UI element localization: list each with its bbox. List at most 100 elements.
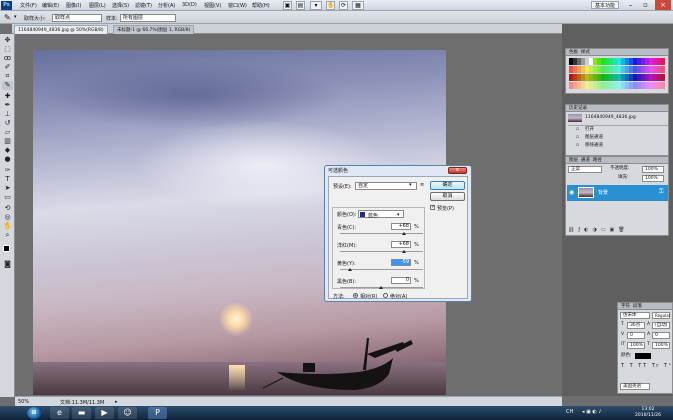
eraser-icon[interactable]: ▱	[2, 128, 13, 137]
tab-document-1[interactable]: 1164840949_4836.jpg @ 50%(RGB/8)	[14, 25, 108, 34]
menu-select[interactable]: 选择(S)	[112, 2, 129, 9]
tab-channels[interactable]: 通道	[581, 158, 590, 163]
eyedropper-icon[interactable]: ✎	[4, 13, 11, 22]
status-menu-chevron-icon[interactable]: ▸	[115, 399, 118, 405]
pen-icon[interactable]: ✑	[2, 166, 13, 175]
tab-swatches[interactable]: 色板	[569, 50, 578, 55]
arrange-documents-icon[interactable]: ▦	[352, 1, 364, 10]
yellow-field[interactable]: -59	[391, 259, 411, 266]
close-icon[interactable]: ×	[655, 0, 671, 10]
tab-styles[interactable]: 样式	[581, 50, 590, 55]
menu-image[interactable]: 图像(I)	[66, 2, 81, 9]
eyedropper-icon[interactable]: ✎	[2, 81, 13, 90]
font-style-select[interactable]: Regular	[652, 312, 670, 319]
messenger-icon[interactable]: ☺	[118, 407, 137, 419]
menu-edit[interactable]: 编辑(E)	[42, 2, 59, 9]
history-item[interactable]: 打开	[585, 126, 594, 134]
menu-window[interactable]: 窗口(W)	[228, 2, 247, 9]
font-size-field[interactable]: 36点	[627, 322, 645, 329]
sample-select[interactable]: 所有图层	[120, 14, 176, 22]
magenta-field[interactable]: +68	[391, 241, 411, 248]
menu-layer[interactable]: 图层(L)	[89, 2, 106, 9]
path-select-icon[interactable]: ➤	[2, 184, 13, 193]
cancel-button[interactable]: 取消	[430, 192, 465, 201]
menu-help[interactable]: 帮助(H)	[252, 2, 270, 9]
rotate-view-icon[interactable]: ⟳	[339, 1, 348, 10]
tab-character[interactable]: 字符	[621, 304, 630, 309]
leading-field[interactable]: (自动)	[652, 322, 670, 329]
eye-icon[interactable]: ◉	[569, 189, 574, 196]
layer-row-background[interactable]: ◉ 背景 ⚿	[567, 185, 668, 201]
tracking-field[interactable]: 0	[652, 332, 670, 339]
magenta-slider-track[interactable]	[340, 251, 423, 252]
yellow-slider-track[interactable]	[340, 269, 423, 270]
tab-document-2[interactable]: 未标题-1 @ 66.7%(图层 1, RGB/8)	[113, 25, 195, 34]
yellow-slider-thumb[interactable]	[348, 268, 352, 271]
tab-paths[interactable]: 路径	[593, 158, 602, 163]
layer-actions[interactable]: ⛓ƒ◐◑▭▣🗑	[568, 227, 668, 233]
gradient-icon[interactable]: ▥	[2, 137, 13, 146]
kerning-field[interactable]: 0	[627, 332, 645, 339]
magenta-slider-thumb[interactable]	[402, 250, 406, 253]
healing-icon[interactable]: ✚	[2, 92, 13, 101]
language-select[interactable]: 美国英语	[620, 383, 650, 390]
absolute-radio[interactable]	[383, 293, 388, 298]
blend-mode-select[interactable]: 正常	[568, 166, 602, 173]
swatch[interactable]	[661, 58, 665, 65]
quickmask-icon[interactable]: ◙	[2, 260, 13, 269]
ie-icon[interactable]: e	[50, 407, 69, 419]
foreground-color-swatch[interactable]	[3, 245, 10, 252]
history-brush-icon[interactable]: ↺	[2, 119, 13, 128]
type-style-buttons[interactable]: T T TT Tr T¹ T₁ T T	[621, 363, 673, 369]
text-color-swatch[interactable]	[635, 353, 651, 359]
zoom-level-icon[interactable]: ▾	[310, 1, 322, 10]
move-icon[interactable]: ✥	[2, 36, 13, 45]
hand-icon[interactable]: ✋	[2, 222, 13, 231]
relative-radio[interactable]	[353, 293, 358, 298]
cyan-slider-thumb[interactable]	[402, 232, 406, 235]
bridge-icon[interactable]: ▣	[283, 1, 292, 10]
preset-chevron-icon[interactable]: ▾	[409, 182, 412, 188]
quick-select-icon[interactable]: ✐	[2, 63, 13, 72]
workspace-switcher[interactable]: 基本功能	[590, 1, 619, 9]
sample-size-select[interactable]: 取样点	[52, 14, 102, 22]
dodge-icon[interactable]: ●	[2, 155, 13, 164]
horizontal-scale-field[interactable]: 100%	[652, 342, 670, 349]
menu-filter[interactable]: 滤镜(T)	[135, 2, 152, 9]
language-indicator[interactable]: CH	[566, 409, 573, 415]
marquee-icon[interactable]: ⬚	[2, 45, 13, 54]
font-family-select[interactable]: 仿宋体	[620, 312, 650, 319]
history-panel-header[interactable]: 历史记录	[566, 105, 668, 112]
history-snapshot[interactable]: 1164840949_4836.jpg	[585, 114, 636, 122]
preset-options-icon[interactable]: ≡	[420, 182, 424, 188]
clone-stamp-icon[interactable]: ⊥	[2, 110, 13, 119]
type-icon[interactable]: T	[2, 175, 13, 184]
tray-icons[interactable]: ◂ ▣ ◐ ♪	[582, 409, 602, 415]
ok-button[interactable]: 确定	[430, 181, 465, 190]
tab-layers[interactable]: 图层	[569, 158, 578, 163]
shape-icon[interactable]: ▭	[2, 193, 13, 202]
lasso-icon[interactable]: ꝏ	[2, 54, 13, 63]
fill-field[interactable]: 100%	[642, 175, 664, 182]
start-button[interactable]: ⊞	[27, 407, 41, 419]
swatch[interactable]	[661, 74, 665, 81]
menu-view[interactable]: 视图(V)	[204, 2, 221, 9]
crop-icon[interactable]: ⌗	[2, 72, 13, 81]
black-field[interactable]: 0	[391, 277, 411, 284]
media-player-icon[interactable]: ▶	[95, 407, 114, 419]
history-item[interactable]: 移除通道	[585, 142, 603, 150]
dialog-close-icon[interactable]: x	[448, 167, 467, 174]
clock[interactable]: 13:02 2010/11/26	[629, 407, 667, 419]
brush-icon[interactable]: ✒	[2, 101, 13, 110]
menu-3d[interactable]: 3D(D)	[182, 2, 197, 9]
zoom-level[interactable]: 50%	[18, 399, 29, 405]
photoshop-icon[interactable]: P	[148, 407, 167, 419]
tool-preset-chevron-icon[interactable]: ▾	[14, 14, 17, 20]
vertical-scale-field[interactable]: 100%	[627, 342, 645, 349]
swatch[interactable]	[661, 82, 665, 89]
maximize-icon[interactable]: ▫	[638, 0, 653, 10]
3d-orbit-icon[interactable]: ◎	[2, 213, 13, 222]
folder-icon[interactable]: ▬	[72, 407, 91, 419]
swatch[interactable]	[661, 66, 665, 73]
preview-checkbox[interactable]: ✓	[430, 205, 435, 210]
